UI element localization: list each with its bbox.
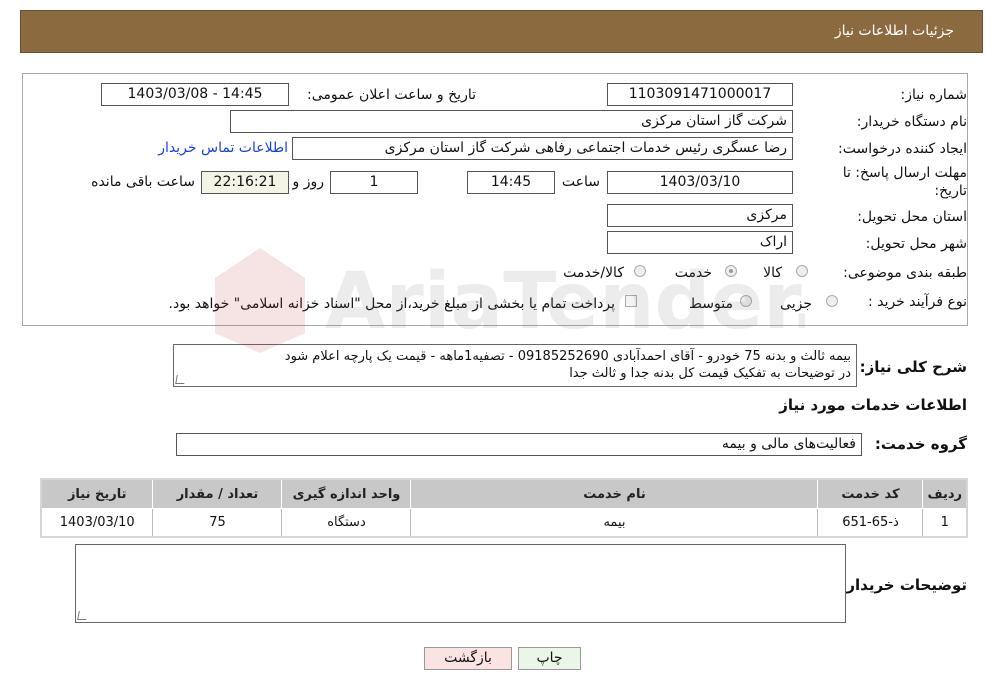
col-quantity: تعداد / مقدار bbox=[152, 478, 283, 509]
service-group-label: گروه خدمت: bbox=[874, 435, 967, 453]
category-radio-goods[interactable] bbox=[796, 265, 808, 277]
service-group-field: فعالیت‌های مالی و بیمه bbox=[176, 433, 862, 456]
category-option-goods-service: کالا/خدمت bbox=[563, 265, 624, 281]
announce-datetime-label: تاریخ و ساعت اعلان عمومی: bbox=[307, 87, 476, 103]
need-number-label: شماره نیاز: bbox=[900, 87, 968, 103]
col-service-code: کد خدمت bbox=[817, 478, 924, 509]
deadline-date-field: 1403/03/10 bbox=[607, 171, 793, 194]
resize-grip-icon[interactable] bbox=[175, 375, 186, 384]
remaining-time-label: ساعت باقی مانده bbox=[91, 174, 195, 190]
deadline-time-field: 14:45 bbox=[467, 171, 555, 194]
city-label: شهر محل تحویل: bbox=[865, 236, 967, 252]
treasury-payment-note: پرداخت تمام یا بخشی از مبلغ خرید،از محل … bbox=[168, 296, 615, 312]
cell-need-date: 1403/03/10 bbox=[40, 508, 154, 538]
days-remaining-field: 1 bbox=[330, 171, 418, 194]
services-table: ردیف کد خدمت نام خدمت واحد اندازه گیری ت… bbox=[40, 478, 968, 538]
treasury-payment-checkbox[interactable] bbox=[625, 295, 637, 307]
purchase-option-minor: جزیی bbox=[780, 296, 812, 312]
buyer-contact-link[interactable]: اطلاعات تماس خریدار bbox=[158, 140, 288, 156]
days-label: روز و bbox=[292, 174, 325, 190]
cell-quantity: 75 bbox=[152, 508, 283, 538]
back-button[interactable]: بازگشت bbox=[424, 647, 512, 670]
purchase-radio-minor[interactable] bbox=[826, 295, 838, 307]
need-number-field: 1103091471000017 bbox=[607, 83, 793, 106]
deadline-label: مهلت ارسال پاسخ: تا bbox=[842, 165, 967, 181]
col-service-name: نام خدمت bbox=[410, 478, 819, 509]
resize-grip-icon[interactable] bbox=[77, 611, 88, 620]
description-line-2: در توضیحات به تفکیک قیمت کل بدنه جدا و ث… bbox=[569, 366, 851, 381]
description-line-1: بیمه ثالث و بدنه 75 خودرو - آقای احمدآبا… bbox=[284, 349, 851, 364]
table-row: 1 ذ-65-651 بیمه دستگاه 75 1403/03/10 bbox=[40, 508, 968, 538]
col-unit: واحد اندازه گیری bbox=[281, 478, 412, 509]
category-option-goods: کالا bbox=[763, 265, 782, 281]
buyer-notes-textarea[interactable] bbox=[75, 544, 846, 623]
buyer-org-label: نام دستگاه خریدار: bbox=[856, 114, 967, 130]
cell-unit: دستگاه bbox=[281, 508, 412, 538]
announce-datetime-field: 1403/03/08 - 14:45 bbox=[101, 83, 289, 106]
province-label: استان محل تحویل: bbox=[857, 209, 967, 225]
cell-service-code: ذ-65-651 bbox=[817, 508, 924, 538]
requester-field: رضا عسگری رئیس خدمات اجتماعی رفاهی شرکت … bbox=[292, 137, 793, 160]
page-header: جزئیات اطلاعات نیاز bbox=[20, 10, 983, 53]
page-title: جزئیات اطلاعات نیاز bbox=[834, 23, 954, 39]
description-label: شرح کلی نیاز: bbox=[859, 358, 967, 376]
remaining-time-field: 22:16:21 bbox=[201, 171, 289, 194]
cell-row-number: 1 bbox=[922, 508, 968, 538]
col-need-date: تاریخ نیاز bbox=[40, 478, 154, 509]
services-table-header: ردیف کد خدمت نام خدمت واحد اندازه گیری ت… bbox=[40, 478, 968, 509]
print-button[interactable]: چاپ bbox=[518, 647, 581, 670]
purchase-type-label: نوع فرآیند خرید : bbox=[868, 294, 967, 310]
purchase-option-medium: متوسط bbox=[689, 296, 733, 312]
purchase-radio-medium[interactable] bbox=[740, 295, 752, 307]
deadline-time-label: ساعت bbox=[561, 174, 600, 190]
deadline-label-date: تاریخ: bbox=[934, 183, 967, 199]
buyer-org-field: شرکت گاز استان مرکزی bbox=[230, 110, 793, 133]
province-field: مرکزی bbox=[607, 204, 793, 227]
category-radio-service[interactable] bbox=[725, 265, 737, 277]
services-section-title: اطلاعات خدمات مورد نیاز bbox=[779, 396, 967, 414]
category-label: طبقه بندی موضوعی: bbox=[843, 265, 967, 281]
col-row-number: ردیف bbox=[922, 478, 968, 509]
category-radio-goods-service[interactable] bbox=[634, 265, 646, 277]
cell-service-name: بیمه bbox=[410, 508, 819, 538]
category-option-service: خدمت bbox=[674, 265, 712, 281]
buyer-notes-label: توضیحات خریدار: bbox=[840, 576, 967, 594]
city-field: اراک bbox=[607, 231, 793, 254]
description-textarea[interactable]: بیمه ثالث و بدنه 75 خودرو - آقای احمدآبا… bbox=[173, 344, 857, 387]
requester-label: ایجاد کننده درخواست: bbox=[838, 141, 967, 157]
